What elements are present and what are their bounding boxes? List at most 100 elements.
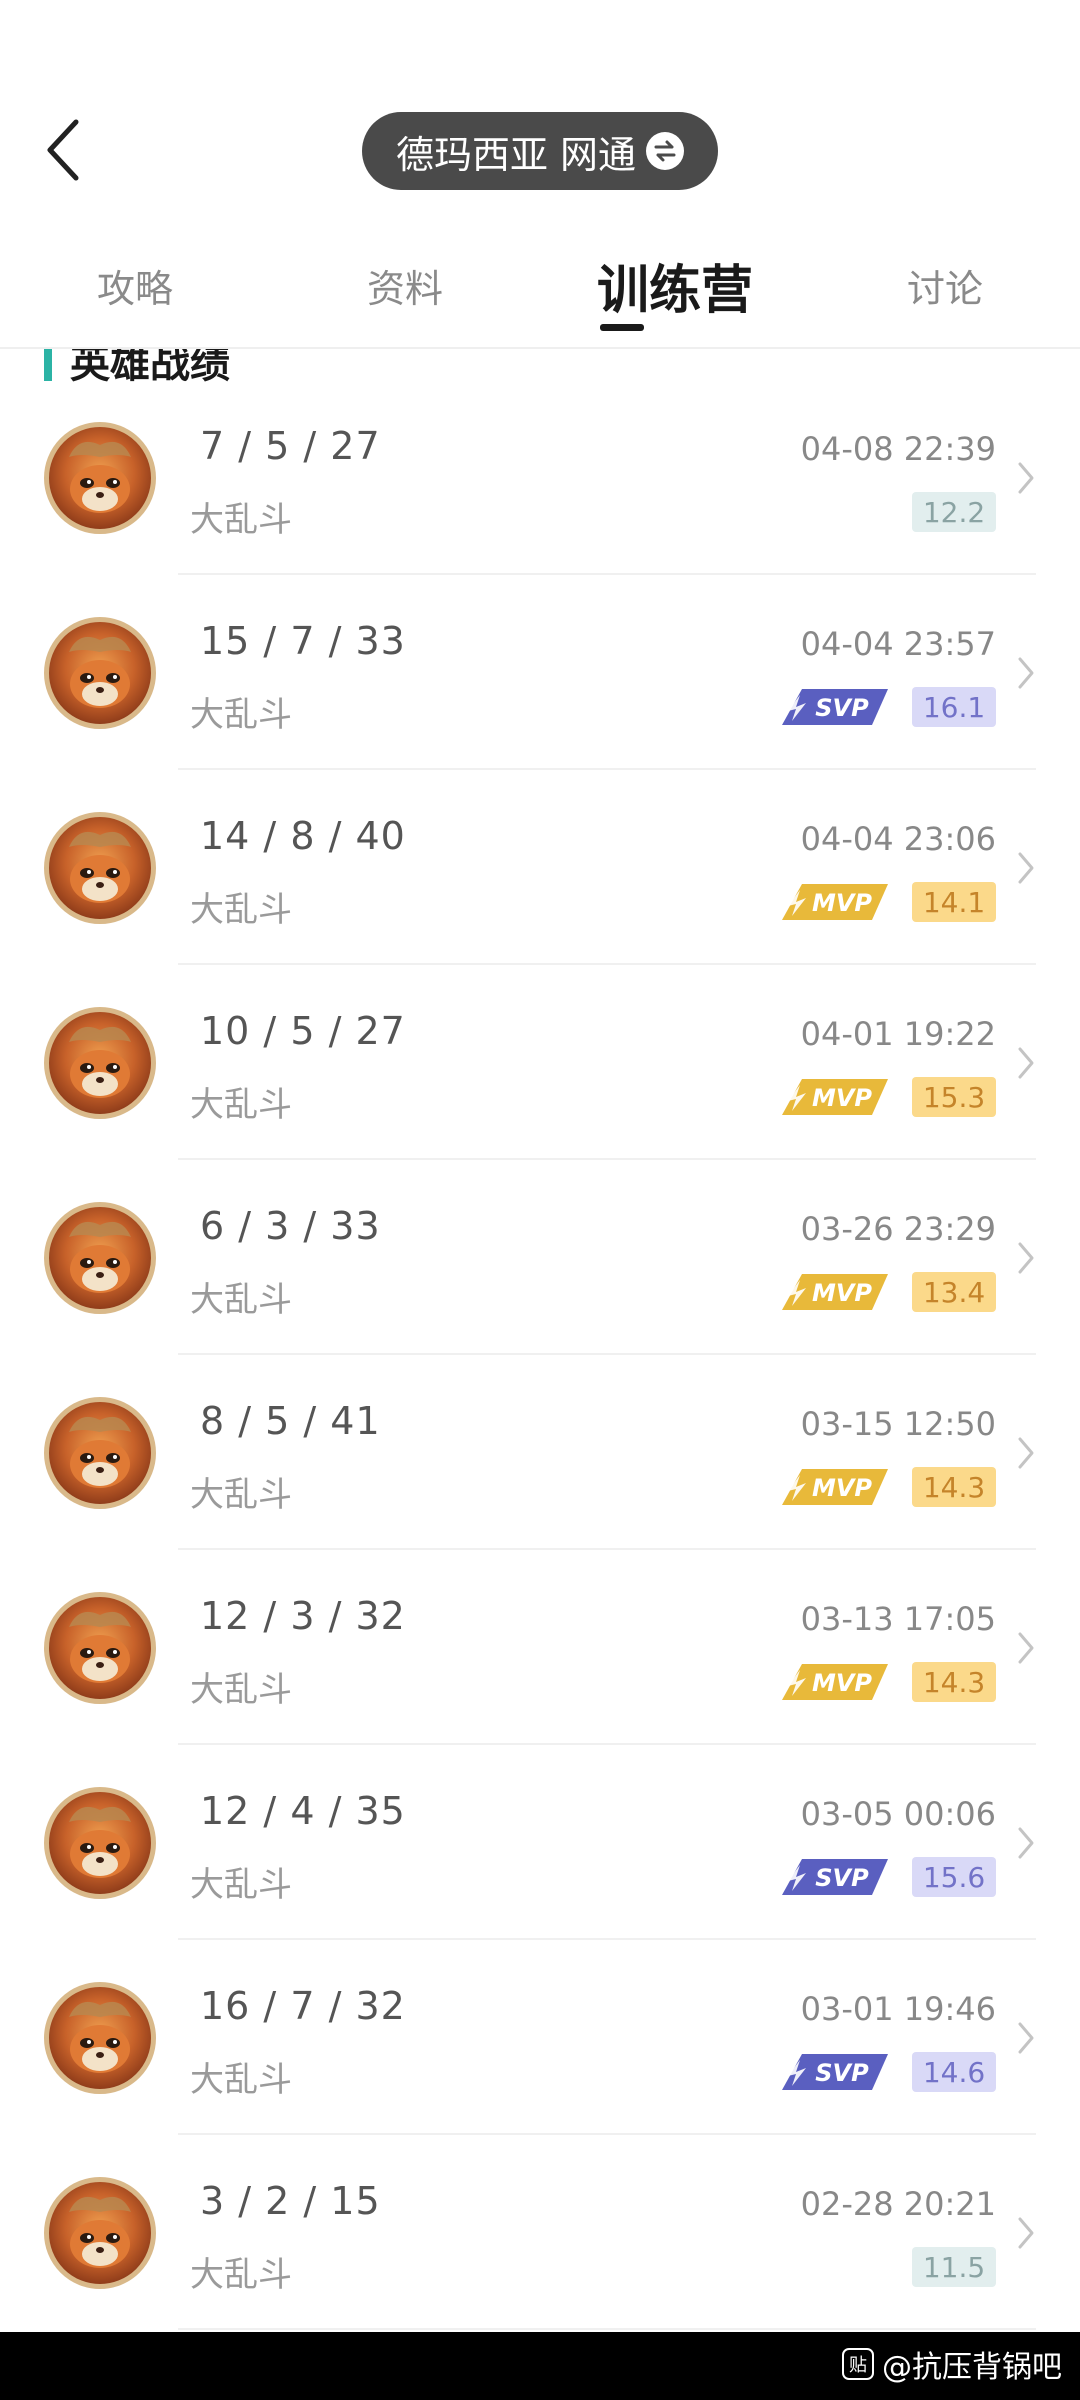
match-row[interactable]: 8 / 5 / 41 大乱斗 03-15 12:50 MVP 14.3: [0, 1355, 1080, 1550]
champion-avatar: [44, 2177, 156, 2289]
chevron-right-icon: [1016, 655, 1036, 691]
server-selector[interactable]: 德玛西亚 网通: [362, 112, 718, 190]
tab-profile[interactable]: 资料: [330, 240, 480, 330]
chevron-right-icon: [1016, 1435, 1036, 1471]
chevron-right-icon: [1016, 2215, 1036, 2251]
active-tab-indicator: [600, 324, 644, 331]
svg-text:MVP: MVP: [812, 1669, 872, 1697]
kda-text: 10 / 5 / 27: [200, 1009, 406, 1053]
chevron-right-icon: [1016, 2020, 1036, 2056]
champion-avatar: [44, 1787, 156, 1899]
match-time: 04-01 19:22: [800, 1015, 996, 1053]
chevron-right-icon: [1016, 1240, 1036, 1276]
game-mode: 大乱斗: [190, 1475, 292, 1515]
match-row[interactable]: 16 / 7 / 32 大乱斗 03-01 19:46 SVP 14.6: [0, 1940, 1080, 2135]
game-mode: 大乱斗: [190, 2060, 292, 2100]
server-label: 德玛西亚 网通: [395, 132, 637, 177]
kda-text: 15 / 7 / 33: [200, 619, 406, 663]
chevron-right-icon: [1016, 1630, 1036, 1666]
chevron-left-icon: [47, 119, 79, 181]
kda-text: 3 / 2 / 15: [200, 2179, 381, 2223]
svg-text:MVP: MVP: [812, 1279, 872, 1307]
match-row[interactable]: 10 / 5 / 27 大乱斗 04-01 19:22 MVP 15.3: [0, 965, 1080, 1160]
champion-avatar: [44, 422, 156, 534]
chevron-right-icon: [1016, 460, 1036, 496]
game-mode: 大乱斗: [190, 695, 292, 735]
svp-badge: SVP: [780, 2046, 890, 2094]
chevron-right-icon: [1016, 850, 1036, 886]
game-mode: 大乱斗: [190, 890, 292, 930]
tieba-icon: 贴: [842, 2348, 874, 2380]
svg-text:MVP: MVP: [812, 889, 872, 917]
kda-text: 7 / 5 / 27: [200, 424, 381, 468]
champion-avatar: [44, 1982, 156, 2094]
match-score: 14.3: [912, 1467, 996, 1507]
match-score: 14.6: [912, 2052, 996, 2092]
game-mode: 大乱斗: [190, 1280, 292, 1320]
match-row[interactable]: 3 / 2 / 15 大乱斗 02-28 20:21 11.5: [0, 2135, 1080, 2330]
champion-avatar: [44, 1397, 156, 1509]
kda-text: 16 / 7 / 32: [200, 1984, 406, 2028]
kda-text: 8 / 5 / 41: [200, 1399, 381, 1443]
match-time: 04-04 23:06: [800, 820, 996, 858]
chevron-right-icon: [1016, 1825, 1036, 1861]
match-row[interactable]: 14 / 8 / 40 大乱斗 04-04 23:06 MVP 14.1: [0, 770, 1080, 965]
match-row[interactable]: 12 / 4 / 35 大乱斗 03-05 00:06 SVP 15.6: [0, 1745, 1080, 1940]
champion-avatar: [44, 812, 156, 924]
svg-text:SVP: SVP: [815, 694, 869, 722]
match-row[interactable]: 12 / 3 / 32 大乱斗 03-13 17:05 MVP 14.3: [0, 1550, 1080, 1745]
svg-text:MVP: MVP: [812, 1084, 872, 1112]
match-list: 7 / 5 / 27 大乱斗 04-08 22:39 12.2 15 / 7 / 33 大…: [0, 380, 1080, 2330]
row-divider: [178, 2328, 1036, 2330]
tab-discussion[interactable]: 讨论: [870, 240, 1020, 330]
mvp-badge: MVP: [780, 1266, 890, 1314]
champion-avatar: [44, 1592, 156, 1704]
match-row[interactable]: 15 / 7 / 33 大乱斗 04-04 23:57 SVP 16.1: [0, 575, 1080, 770]
mvp-badge: MVP: [780, 876, 890, 924]
match-time: 03-05 00:06: [800, 1795, 996, 1833]
match-score: 14.1: [912, 882, 996, 922]
champion-avatar: [44, 617, 156, 729]
match-time: 03-26 23:29: [800, 1210, 996, 1248]
svg-text:MVP: MVP: [812, 1474, 872, 1502]
svg-text:SVP: SVP: [815, 1864, 869, 1892]
match-time: 02-28 20:21: [800, 2185, 996, 2223]
svg-text:SVP: SVP: [815, 2059, 869, 2087]
match-score: 14.3: [912, 1662, 996, 1702]
mvp-badge: MVP: [780, 1656, 890, 1704]
champion-avatar: [44, 1202, 156, 1314]
match-time: 04-04 23:57: [800, 625, 996, 663]
match-score: 13.4: [912, 1272, 996, 1312]
game-mode: 大乱斗: [190, 1085, 292, 1125]
svp-badge: SVP: [780, 1851, 890, 1899]
match-time: 03-13 17:05: [800, 1600, 996, 1638]
watermark: 贴 @抗压背锅吧: [842, 2342, 1062, 2386]
chevron-right-icon: [1016, 1045, 1036, 1081]
back-button[interactable]: [36, 112, 92, 188]
game-mode: 大乱斗: [190, 500, 292, 540]
game-mode: 大乱斗: [190, 1670, 292, 1710]
match-time: 03-01 19:46: [800, 1990, 996, 2028]
swap-icon: [646, 132, 685, 170]
tab-guide[interactable]: 攻略: [60, 240, 210, 330]
match-row[interactable]: 6 / 3 / 33 大乱斗 03-26 23:29 MVP 13.4: [0, 1160, 1080, 1355]
bottom-bar: 贴 @抗压背锅吧: [0, 2332, 1080, 2400]
match-score: 15.3: [912, 1077, 996, 1117]
kda-text: 12 / 4 / 35: [200, 1789, 406, 1833]
kda-text: 12 / 3 / 32: [200, 1594, 406, 1638]
champion-avatar: [44, 1007, 156, 1119]
mvp-badge: MVP: [780, 1071, 890, 1119]
kda-text: 14 / 8 / 40: [200, 814, 406, 858]
match-time: 03-15 12:50: [800, 1405, 996, 1443]
match-row[interactable]: 7 / 5 / 27 大乱斗 04-08 22:39 12.2: [0, 380, 1080, 575]
mvp-badge: MVP: [780, 1461, 890, 1509]
tab-training-camp[interactable]: 训练营: [580, 240, 770, 330]
kda-text: 6 / 3 / 33: [200, 1204, 381, 1248]
match-score: 12.2: [912, 492, 996, 532]
game-mode: 大乱斗: [190, 2255, 292, 2295]
svp-badge: SVP: [780, 681, 890, 729]
tab-bar: 攻略 资料 训练营 讨论: [0, 240, 1080, 350]
match-time: 04-08 22:39: [800, 430, 996, 468]
section-accent-bar: [44, 349, 52, 381]
match-score: 11.5: [912, 2247, 996, 2287]
